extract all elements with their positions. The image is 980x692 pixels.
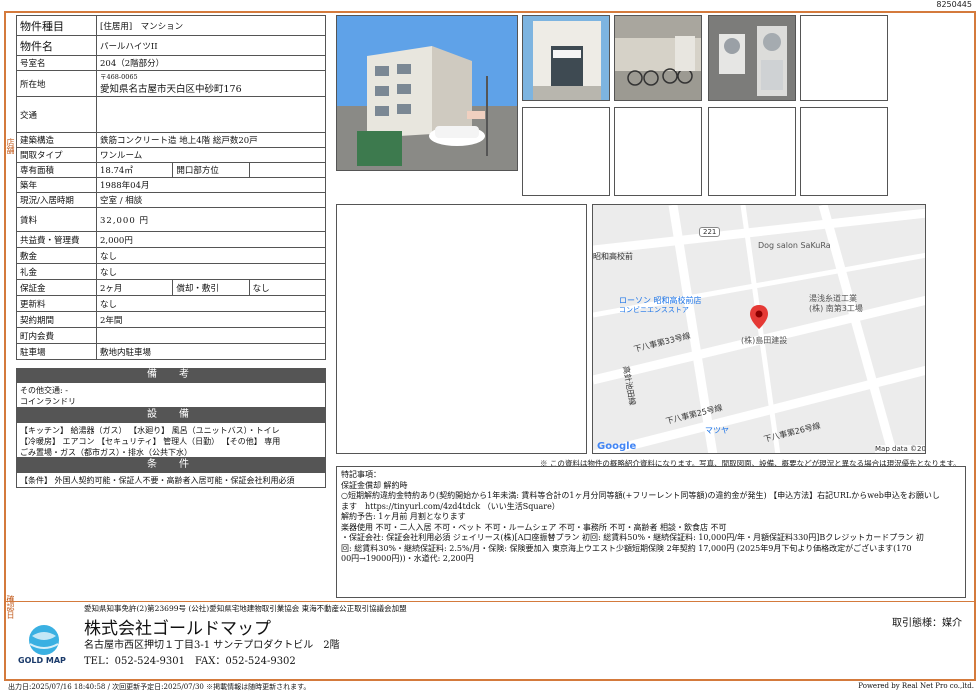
area-label: 専有面積 (16, 162, 97, 178)
spec-table: 物件種目 [住居用] マンション 物件名 パールハイツII 号室名 204（2階部分）… (16, 15, 327, 360)
map-label-convenience: コンビニエンスストア (619, 306, 689, 314)
renew-value: なし (96, 295, 326, 312)
shiki-label: 敷金 (16, 247, 97, 264)
notes-line: その他交通: - (20, 386, 68, 395)
equipment-body: 【キッチン】 給湯器（ガス） 【水廻り】 風呂（ユニットバス）・トイレ 【冷暖房… (16, 422, 326, 458)
conditions-body: 【条件】 外国人契約可能・保証人不要・高齢者入居可能・保証会社利用必須 (16, 472, 326, 488)
type-value: [住居用] マンション (96, 15, 326, 36)
fee-value: 2,000円 (96, 231, 326, 248)
photo-slot-empty (522, 107, 610, 196)
map-label-builder: (株)島田建設 (741, 336, 788, 345)
notes-line: コインランドリ (20, 397, 76, 406)
amort-value: なし (248, 279, 327, 296)
address-label: 所在地 (16, 70, 97, 97)
name-value: パールハイツII (96, 35, 326, 56)
structure-label: 建築構造 (16, 132, 97, 148)
fee-label: 共益費・管理費 (16, 231, 97, 248)
contract-label: 契約期間 (16, 311, 97, 328)
output-date: 出力日:2025/07/16 18:40:58 / 次回更新予定日:2025/0… (8, 683, 311, 691)
room-value: 204（2階部分） (96, 55, 326, 71)
contract-value: 2年間 (96, 311, 326, 328)
map-label-school: 昭和高校前 (593, 252, 633, 261)
remarks-line: 解約予告: 1ヶ月前 月割となります (341, 512, 466, 521)
remarks-line: 特記事項： (341, 470, 381, 479)
equipment-line: ごみ置場・ガス（都市ガス）・排水（公共下水） (20, 448, 192, 457)
town-fee-label: 町内会費 (16, 327, 97, 344)
parking-value: 敷地内駐車場 (96, 343, 326, 360)
layout-label: 間取タイプ (16, 147, 97, 163)
photo-slot-empty (614, 107, 702, 196)
rent-value: 32,000 円 (96, 207, 326, 232)
conditions-header: 条 件 (16, 458, 326, 472)
rei-label: 礼金 (16, 263, 97, 280)
rei-value: なし (96, 263, 326, 280)
status-value: 空室 / 相談 (96, 192, 326, 208)
remarks-line: 00円→19000円))・水道代: 2,200円 (341, 554, 474, 563)
deposit-label: 保証金 (16, 279, 97, 296)
built-value: 1988年04月 (96, 177, 326, 193)
transport-value (96, 96, 326, 133)
photo-slot-empty (800, 15, 888, 101)
address-value: 愛知県名古屋市天白区中砂町176 (100, 83, 242, 95)
company-address: 名古屋市西区押切１丁目3-1 サンテプロダクトビル 2階 (84, 640, 340, 651)
opening-value (248, 162, 327, 178)
photo-slot-empty (800, 107, 888, 196)
google-logo: Google (597, 441, 637, 452)
remarks-line: ・保証会社: 保証会社利用必須 ジェイリース(株)[A口座振替プラン 初回: 総… (341, 533, 924, 542)
remarks-line: ます https://tinyurl.com/4zd4tdck （いい生活Squ… (341, 501, 560, 511)
town-fee-value (96, 327, 326, 344)
equipment-line: 【冷暖房】 エアコン 【セキュリティ】 管理人（日勤） 【その他】 専用 (20, 437, 281, 446)
remarks-line: 楽器使用 不可・二人入居 不可・ペット 不可・ルームシェア 不可・事務所 不可・… (341, 522, 727, 532)
location-pin-icon (750, 305, 768, 329)
address-cell: 〒468-0065 愛知県名古屋市天白区中砂町176 (96, 70, 326, 97)
deposit-value: 2ヶ月 (95, 279, 174, 296)
company-phone: TEL：052-524-9301 FAX：052-524-9302 (84, 656, 296, 667)
equipment-line: 【キッチン】 給湯器（ガス） 【水廻り】 風呂（ユニットバス）・トイレ (20, 426, 280, 435)
shiki-value: なし (96, 247, 326, 264)
layout-value: ワンルーム (96, 147, 326, 163)
coin-laundry-photo (708, 15, 796, 101)
side-label-date: 確認日 (6, 595, 15, 619)
remarks-box: 特記事項： 保証金償却 解約時 ○短期解約違約金特約あり(契約開始から1年未満:… (336, 466, 966, 598)
equipment-header: 設 備 (16, 408, 326, 422)
footer-divider (6, 601, 974, 602)
building-exterior-photo (336, 15, 518, 171)
map-copyright: Map data ©2025 (875, 445, 925, 453)
property-id: 8250445 (936, 0, 972, 9)
entrance-photo (522, 15, 610, 101)
built-label: 築年 (16, 177, 97, 193)
renew-label: 更新料 (16, 295, 97, 312)
conditions-line: 【条件】 外国人契約可能・保証人不要・高齢者入居可能・保証会社利用必須 (20, 476, 295, 485)
transaction-type: 取引態様：媒介 (892, 618, 962, 629)
rent-label: 賃料 (16, 207, 97, 232)
route-shield: 221 (699, 227, 721, 237)
remarks-line: ○短期解約違約金特約あり(契約開始から1年未満: 賃料等合計の1ヶ月分同等額(+… (341, 491, 940, 500)
remarks-line: 保証金償却 解約時 (341, 480, 408, 490)
structure-value: 鉄筋コンクリート造 地上4階 総戸数20戸 (96, 132, 326, 148)
side-label-store: 店舗 (6, 138, 15, 154)
status-label: 現況/入居時期 (16, 192, 97, 208)
license-text: 愛知県知事免許(2)第23699号 (公社)愛知県宅地建物取引業協会 東海不動産… (84, 604, 407, 613)
name-label: 物件名 (16, 35, 97, 56)
area-value: 18.74㎡ (95, 162, 174, 178)
map-label-matsuya: マツヤ (705, 426, 729, 435)
logo-text: GOLD MAP (18, 656, 66, 665)
area-map[interactable]: 昭和高校前 221 Dog salon SaKuRa ローソン 昭和高校前店 コ… (592, 204, 926, 454)
remarks-line: 回: 総賃料30%・継続保証料: 2.5%/月・保険: 保険要加入 東京海上ウエ… (341, 543, 912, 553)
photo-slot-empty (708, 107, 796, 196)
floor-plan-empty (336, 204, 587, 454)
opening-label: 開口部方位 (172, 162, 250, 178)
parking-label: 駐車場 (16, 343, 97, 360)
amort-label: 償却・敷引 (172, 279, 250, 296)
room-label: 号室名 (16, 55, 97, 71)
powered-by: Powered by Real Net Pro co.,ltd. (858, 682, 974, 690)
map-label-factory-2: (株) 南第3工場 (809, 304, 863, 313)
zip: 〒468-0065 (100, 72, 138, 81)
type-label: 物件種目 (16, 15, 97, 36)
transport-label: 交通 (16, 96, 97, 133)
notes-header: 備 考 (16, 368, 326, 382)
map-label-dog-salon: Dog salon SaKuRa (758, 241, 831, 250)
bicycle-parking-photo (614, 15, 702, 101)
notes-body: その他交通: - コインランドリ (16, 382, 326, 408)
